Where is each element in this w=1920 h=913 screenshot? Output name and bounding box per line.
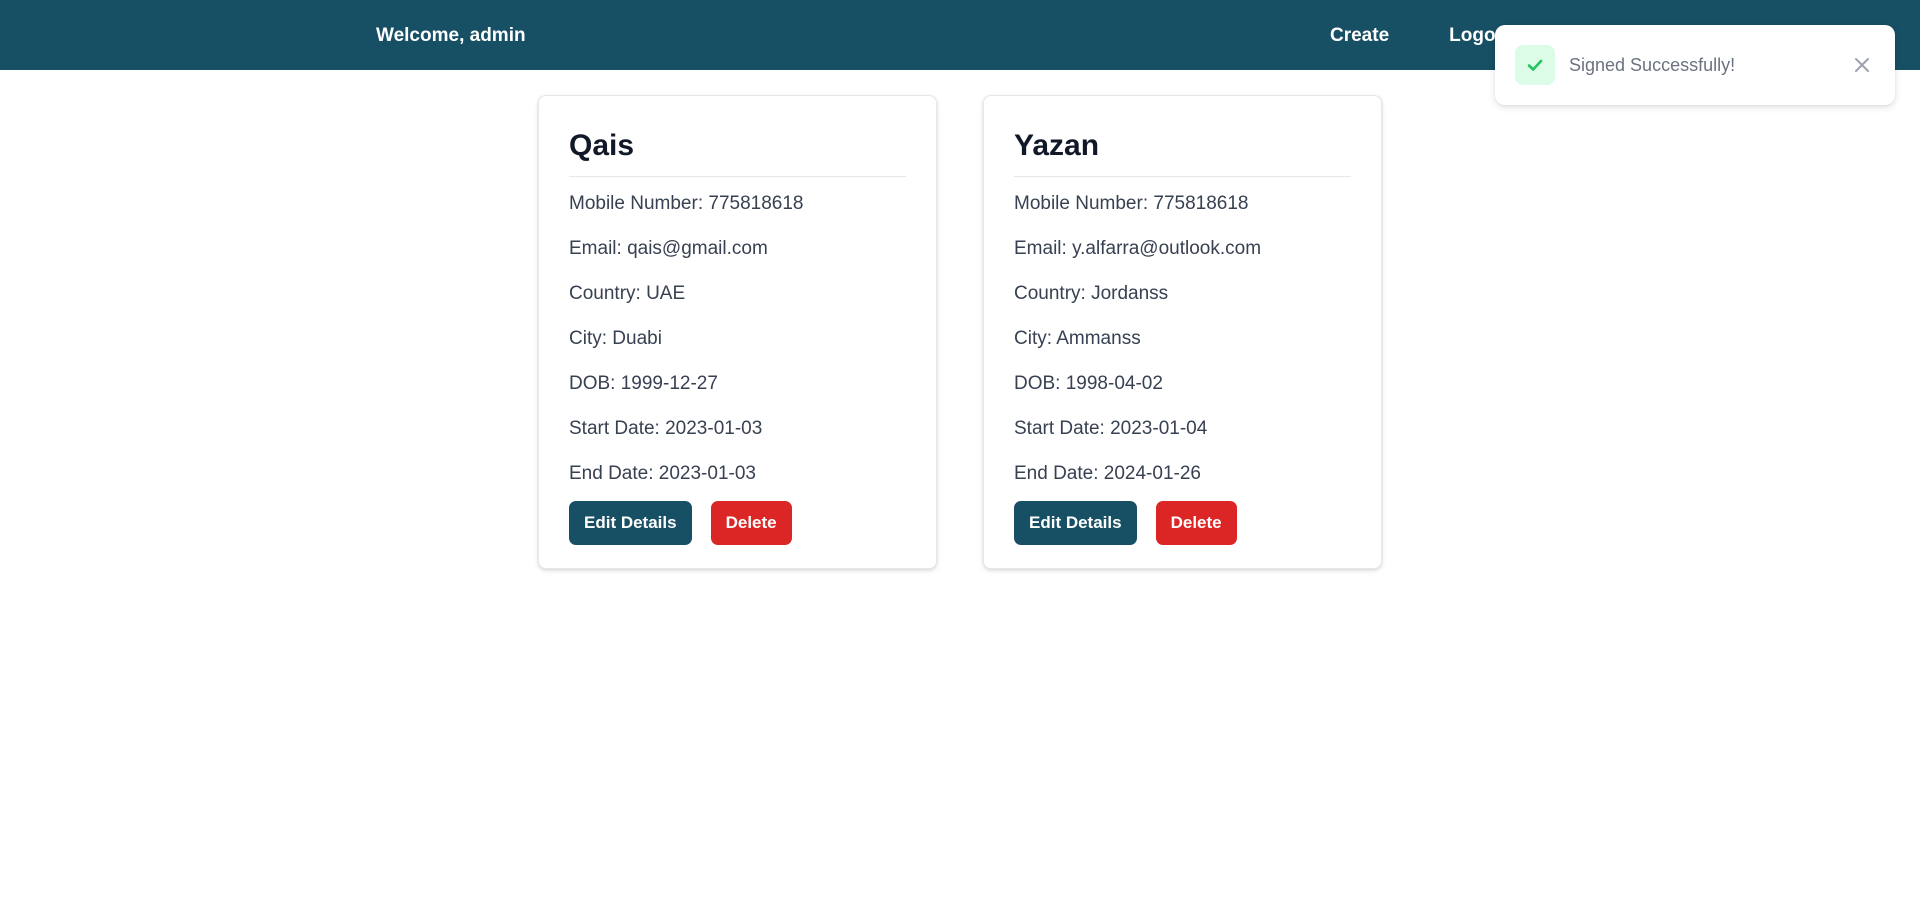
toast-message: Signed Successfully! xyxy=(1569,54,1736,75)
city: City: Duabi xyxy=(569,328,662,349)
start-date: Start Date: 2023-01-04 xyxy=(1014,418,1208,439)
card-actions: Edit Details Delete xyxy=(1014,501,1351,545)
edit-details-button[interactable]: Edit Details xyxy=(569,501,692,545)
dob: DOB: 1999-12-27 xyxy=(569,373,718,394)
end-date: End Date: 2023-01-03 xyxy=(569,463,756,484)
delete-button[interactable]: Delete xyxy=(710,501,792,545)
mobile-number: Mobile Number: 775818618 xyxy=(569,193,804,214)
email: Email: qais@gmail.com xyxy=(569,238,768,259)
user-card: Qais Mobile Number: 775818618 Email: qai… xyxy=(538,95,937,569)
user-name: Qais xyxy=(569,126,906,177)
end-date: End Date: 2024-01-26 xyxy=(1014,463,1201,484)
start-date: Start Date: 2023-01-03 xyxy=(569,418,763,439)
country: Country: UAE xyxy=(569,283,686,304)
user-details: Mobile Number: 775818618 Email: y.alfarr… xyxy=(1014,181,1351,496)
user-details: Mobile Number: 775818618 Email: qais@gma… xyxy=(569,181,906,496)
user-card: Yazan Mobile Number: 775818618 Email: y.… xyxy=(983,95,1382,569)
check-icon xyxy=(1515,45,1555,85)
email: Email: y.alfarra@outlook.com xyxy=(1014,238,1262,259)
success-toast: Signed Successfully! xyxy=(1495,25,1895,105)
mobile-number: Mobile Number: 775818618 xyxy=(1014,193,1249,214)
welcome-message: Welcome, admin xyxy=(376,25,526,46)
city: City: Ammanss xyxy=(1014,328,1141,349)
nav-link-create[interactable]: Create xyxy=(1330,22,1389,50)
edit-details-button[interactable]: Edit Details xyxy=(1014,501,1137,545)
close-icon[interactable] xyxy=(1849,52,1875,78)
nav-links: Create Logout xyxy=(1330,22,1514,50)
dob: DOB: 1998-04-02 xyxy=(1014,373,1163,394)
user-cards-list: Qais Mobile Number: 775818618 Email: qai… xyxy=(538,95,1382,569)
user-name: Yazan xyxy=(1014,126,1351,177)
card-actions: Edit Details Delete xyxy=(569,501,906,545)
country: Country: Jordanss xyxy=(1014,283,1169,304)
delete-button[interactable]: Delete xyxy=(1155,501,1237,545)
